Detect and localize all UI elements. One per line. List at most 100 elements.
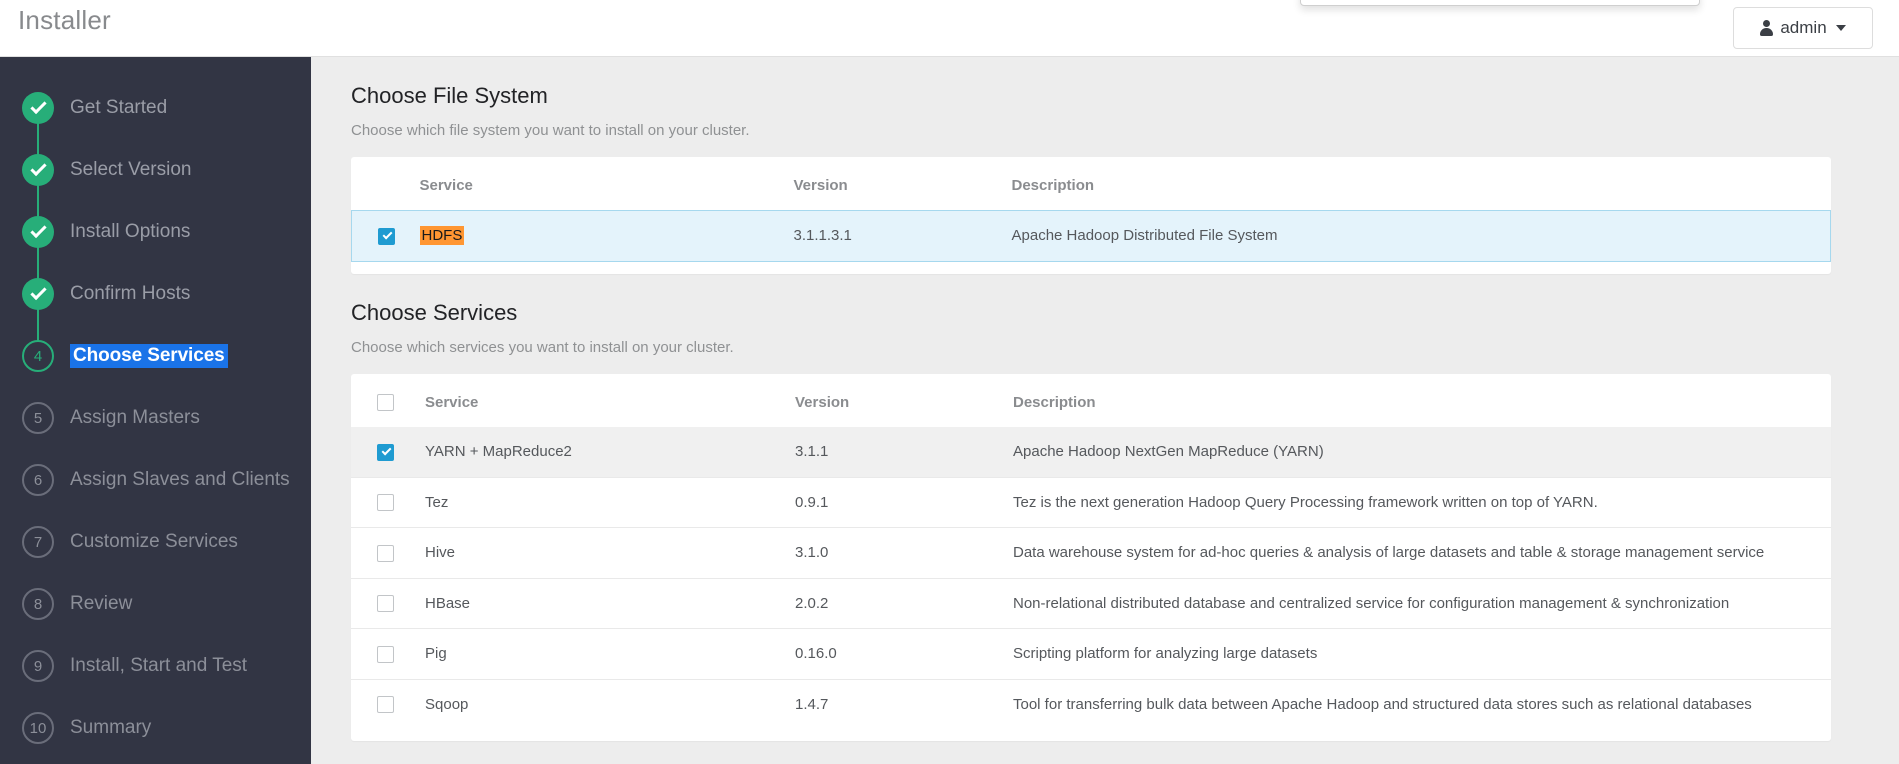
step-number-badge: 6 bbox=[22, 464, 54, 496]
table-row[interactable]: YARN + MapReduce2 3.1.1 Apache Hadoop Next… bbox=[351, 427, 1831, 478]
row-checkbox-cell[interactable] bbox=[351, 427, 425, 478]
step-connector bbox=[37, 557, 39, 589]
row-version: 3.1.1.3.1 bbox=[793, 210, 1012, 262]
row-version: 0.16.0 bbox=[795, 628, 1013, 680]
sidebar-step-label: Assign Slaves and Clients bbox=[70, 469, 290, 490]
row-checkbox[interactable] bbox=[377, 494, 394, 512]
row-description: Non-relational distributed database and … bbox=[1013, 577, 1831, 629]
file-system-section-subtitle: Choose which file system you want to ins… bbox=[351, 122, 750, 139]
table-header-row: Service Version Description bbox=[352, 157, 1831, 211]
step-complete-check-icon bbox=[22, 92, 54, 124]
step-number-badge: 9 bbox=[22, 650, 54, 682]
table-row[interactable]: HDFS 3.1.1.3.1 Apache Hadoop Distributed F… bbox=[351, 210, 1831, 262]
fs-header-version: Version bbox=[793, 177, 848, 194]
step-connector bbox=[37, 681, 39, 713]
select-all-header-cell bbox=[351, 374, 425, 428]
sidebar-step-label: Customize Services bbox=[70, 531, 238, 552]
table-row[interactable]: HBase 2.0.2 Non-relational distributed dat… bbox=[351, 577, 1831, 629]
row-service-name: YARN + MapReduce2 bbox=[425, 427, 795, 478]
row-description: Apache Hadoop Distributed File System bbox=[1011, 210, 1831, 262]
sidebar-step-label: Choose Services bbox=[70, 344, 228, 368]
services-header-version: Version bbox=[795, 393, 850, 411]
fs-header-service: Service bbox=[419, 177, 473, 194]
fs-header-checkbox-cell bbox=[352, 157, 420, 211]
step-connector bbox=[37, 495, 39, 527]
file-system-section-title: Choose File System bbox=[351, 83, 548, 108]
sidebar-step-get-started[interactable]: Get Started bbox=[0, 77, 311, 155]
row-checkbox-cell[interactable] bbox=[351, 577, 425, 629]
sidebar-step-assign-slaves-and-clients[interactable]: 6 Assign Slaves and Clients bbox=[0, 449, 311, 511]
wizard-sidebar: Get Started Select Version Install Options… bbox=[0, 57, 311, 764]
row-checkbox-cell[interactable] bbox=[351, 476, 425, 528]
sidebar-step-review[interactable]: 8 Review bbox=[0, 573, 311, 635]
row-checkbox-cell[interactable] bbox=[351, 628, 425, 680]
services-table: Service Version Description YARN + MapRe… bbox=[351, 374, 1831, 730]
sidebar-step-confirm-hosts[interactable]: Confirm Hosts bbox=[0, 263, 311, 341]
table-row[interactable]: Tez 0.9.1 Tez is the next generation Hadoo… bbox=[351, 476, 1831, 528]
step-complete-check-icon bbox=[22, 154, 54, 186]
row-checkbox[interactable] bbox=[377, 645, 394, 663]
step-number-badge: 7 bbox=[22, 526, 54, 558]
page-title: Installer bbox=[18, 5, 111, 35]
select-all-checkbox[interactable] bbox=[377, 394, 394, 412]
row-description: Data warehouse system for ad-hoc queries… bbox=[1013, 527, 1831, 579]
step-connector bbox=[37, 619, 39, 651]
step-connector bbox=[37, 123, 39, 155]
sidebar-step-label: Confirm Hosts bbox=[70, 283, 191, 304]
step-connector bbox=[37, 371, 39, 403]
sidebar-step-select-version[interactable]: Select Version bbox=[0, 139, 311, 217]
sidebar-step-customize-services[interactable]: 7 Customize Services bbox=[0, 511, 311, 573]
row-checkbox-checked[interactable] bbox=[378, 227, 395, 245]
services-header-description: Description bbox=[1013, 393, 1096, 411]
file-system-panel: Service Version Description HDFS 3.1.1.3.… bbox=[351, 157, 1831, 274]
sidebar-step-label: Select Version bbox=[70, 159, 192, 180]
row-service-name: Tez bbox=[425, 476, 795, 528]
services-section-title: Choose Services bbox=[351, 299, 518, 325]
row-checkbox-cell[interactable] bbox=[351, 527, 425, 579]
step-number-badge: 4 bbox=[22, 340, 54, 372]
step-connector bbox=[37, 247, 39, 279]
sidebar-step-label: Install Options bbox=[70, 221, 191, 242]
step-complete-check-icon bbox=[22, 278, 54, 310]
row-checkbox[interactable] bbox=[377, 696, 394, 714]
services-header-service: Service bbox=[425, 393, 479, 411]
row-description: Tez is the next generation Hadoop Query … bbox=[1013, 476, 1831, 528]
table-header-row: Service Version Description bbox=[351, 374, 1831, 428]
sidebar-step-install-start-and-test[interactable]: 9 Install, Start and Test bbox=[0, 635, 311, 697]
user-menu-label: admin bbox=[1780, 18, 1827, 37]
sidebar-step-summary[interactable]: 10 Summary bbox=[0, 697, 311, 759]
row-checkbox[interactable] bbox=[377, 544, 394, 562]
row-version: 2.0.2 bbox=[795, 577, 1013, 629]
row-checkbox-checked[interactable] bbox=[377, 443, 394, 461]
table-row[interactable]: Pig 0.16.0 Scripting platform for analyzin… bbox=[351, 628, 1831, 680]
row-service-name: HDFS bbox=[419, 210, 794, 262]
top-bar: Installer admin bbox=[0, 0, 1899, 57]
table-row[interactable]: Hive 3.1.0 Data warehouse system for ad-ho… bbox=[351, 527, 1831, 579]
row-service-name: Hive bbox=[425, 527, 795, 579]
step-connector bbox=[37, 433, 39, 465]
sidebar-step-label: Install, Start and Test bbox=[70, 655, 248, 676]
table-row[interactable]: Sqoop 1.4.7 Tool for transferring bulk dat… bbox=[351, 678, 1831, 730]
row-service-name: HBase bbox=[425, 577, 795, 629]
row-checkbox-cell[interactable] bbox=[351, 210, 420, 262]
sidebar-step-choose-services[interactable]: 4 Choose Services bbox=[0, 325, 311, 387]
services-panel: Service Version Description YARN + MapRe… bbox=[351, 373, 1831, 742]
main-content: Choose File System Choose which file sys… bbox=[311, 57, 1899, 764]
row-version: 3.1.1 bbox=[795, 427, 1013, 478]
user-menu-button[interactable]: admin bbox=[1733, 7, 1873, 49]
row-checkbox[interactable] bbox=[377, 595, 394, 613]
person-icon bbox=[1760, 20, 1774, 36]
step-connector bbox=[37, 185, 39, 217]
sidebar-step-assign-masters[interactable]: 5 Assign Masters bbox=[0, 387, 311, 449]
step-number-badge: 10 bbox=[22, 712, 54, 744]
sidebar-step-label: Summary bbox=[70, 717, 152, 738]
step-complete-check-icon bbox=[22, 216, 54, 248]
sidebar-step-install-options[interactable]: Install Options bbox=[0, 201, 311, 279]
row-checkbox-cell[interactable] bbox=[351, 678, 425, 730]
search-highlight: HDFS bbox=[419, 226, 465, 246]
row-description: Tool for transferring bulk data between … bbox=[1013, 678, 1831, 730]
row-version: 1.4.7 bbox=[795, 678, 1013, 730]
chevron-down-icon bbox=[1835, 25, 1846, 31]
fs-header-description: Description bbox=[1011, 177, 1095, 194]
step-number-badge: 5 bbox=[22, 402, 54, 434]
